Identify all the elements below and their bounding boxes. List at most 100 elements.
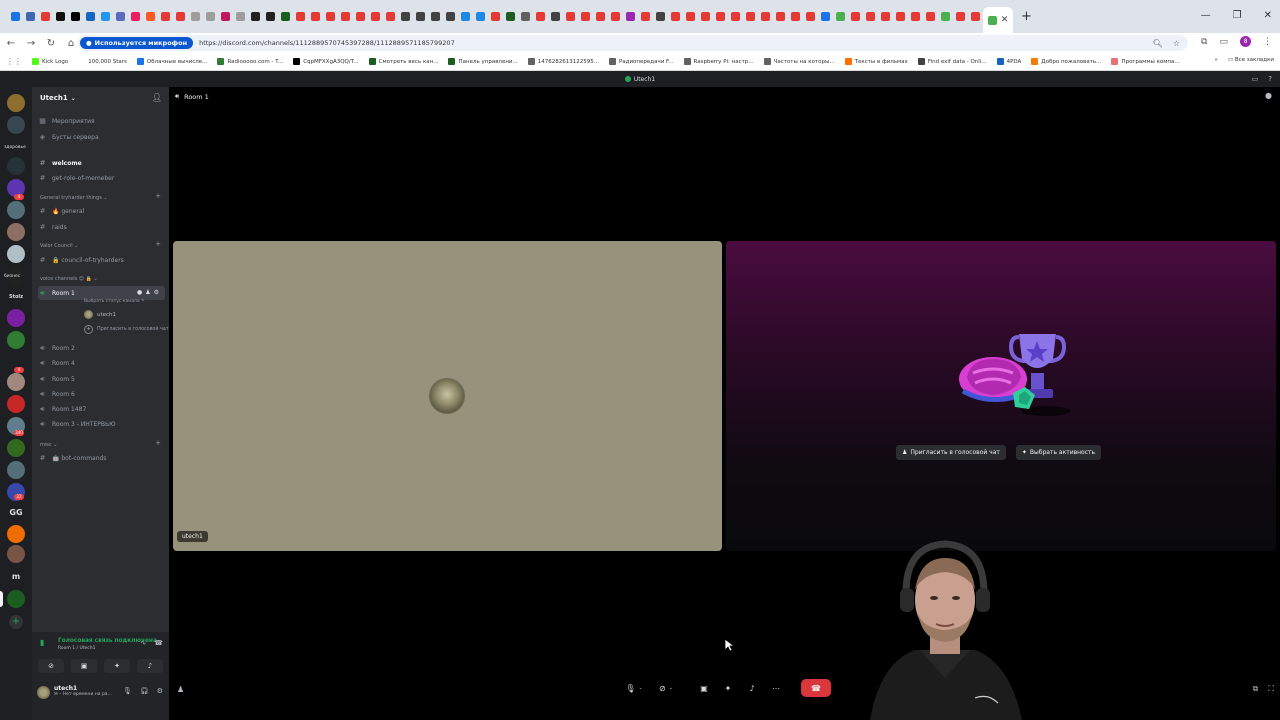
disconnect-button[interactable]: ☎ (801, 679, 831, 697)
voice-room-path[interactable]: Room 1 / Utech1 (58, 646, 96, 651)
url-text[interactable]: https://discord.com/channels/11128895707… (199, 39, 455, 47)
browser-tab[interactable] (908, 6, 923, 28)
sidebar-item-boosts[interactable]: ◈ Бусты сервера (38, 130, 165, 144)
disconnect-icon[interactable]: ☎ (154, 639, 163, 647)
bookmark-item[interactable]: 4PDA (996, 58, 1021, 65)
bookmarks-overflow-icon[interactable]: » (1215, 57, 1218, 63)
server-icon[interactable] (7, 525, 25, 543)
bookmark-item[interactable]: Find exif data - Onli... (917, 58, 987, 65)
browser-tab[interactable] (233, 6, 248, 28)
server-icon[interactable] (7, 590, 25, 608)
choose-activity-button[interactable]: ✦ Выбрать активность (1015, 445, 1102, 460)
mic-in-use-pill[interactable]: ● Используется микрофон (80, 37, 194, 49)
sidebar-item-events[interactable]: ▦ Мероприятия (38, 114, 165, 128)
browser-tab[interactable] (653, 6, 668, 28)
channel-council[interactable]: # 🔒 council-of-tryharders (38, 253, 165, 267)
bookmark-item[interactable]: Программы компа... (1111, 58, 1180, 65)
browser-tab[interactable] (203, 6, 218, 28)
browser-tab[interactable] (818, 6, 833, 28)
profile-avatar[interactable]: 8 (1240, 36, 1251, 47)
microphone-toggle[interactable]: 🎙︎ ⌄ (621, 679, 647, 697)
screen-share-button[interactable]: ▣ (695, 679, 713, 697)
browser-tab[interactable] (53, 6, 68, 28)
bookmark-item[interactable]: CqpMFXXgA3QQ/T... (293, 58, 359, 65)
category-valor[interactable]: Valor Council ⌄ (40, 243, 160, 249)
bookmark-star-icon[interactable]: ☆ (1173, 39, 1180, 48)
add-channel-icon[interactable]: + (155, 240, 161, 248)
browser-tab[interactable] (428, 6, 443, 28)
browser-tab[interactable] (683, 6, 698, 28)
category-general[interactable]: General tryharder things ⌄ (40, 195, 160, 201)
browser-tab[interactable] (608, 6, 623, 28)
minimize-icon[interactable]: — (1201, 10, 1211, 21)
server-icon[interactable] (7, 309, 25, 327)
noise-suppression-icon[interactable]: ∿ (140, 639, 146, 647)
browser-tab[interactable] (338, 6, 353, 28)
browser-menu-icon[interactable]: ⋮ (1263, 37, 1272, 47)
bookmark-item[interactable]: Частоты на которы... (763, 58, 835, 65)
bookmark-item[interactable]: Радиопередачи F... (608, 58, 674, 65)
camera-toggle[interactable]: ⊘ ⌄ (653, 679, 679, 697)
browser-tab[interactable] (458, 6, 473, 28)
fullscreen-icon[interactable]: ⛶ (1268, 684, 1274, 694)
server-icon[interactable]: Stolz (7, 288, 25, 306)
browser-tab[interactable] (473, 6, 488, 28)
browser-tab[interactable] (8, 6, 23, 28)
voice-channel-room[interactable]: 🔊︎ Room 6 (38, 387, 165, 401)
browser-tab[interactable] (713, 6, 728, 28)
voice-channel-room[interactable]: 🔊︎ Room 1487 (38, 402, 165, 416)
browser-tab[interactable] (968, 6, 983, 28)
extensions-icon[interactable]: ⧉ (1201, 37, 1207, 47)
bookmark-item[interactable]: Radiooooo.com - T... (217, 58, 283, 65)
browser-tab[interactable] (413, 6, 428, 28)
browser-tab[interactable] (23, 6, 38, 28)
channel-bot-commands[interactable]: # 🤖 bot-commands (38, 451, 165, 465)
browser-tab[interactable] (743, 6, 758, 28)
browser-tab[interactable] (218, 6, 233, 28)
reload-icon[interactable]: ↻ (42, 38, 60, 49)
screen-share-button[interactable]: ▣ (71, 659, 97, 673)
forward-icon[interactable]: → (22, 38, 40, 49)
microphone-icon[interactable]: 🎙︎ (123, 687, 132, 695)
browser-tab[interactable] (263, 6, 278, 28)
browser-tab[interactable] (278, 6, 293, 28)
restore-icon[interactable]: ❐ (1233, 10, 1242, 21)
browser-tab[interactable] (923, 6, 938, 28)
voice-channel-room[interactable]: 🔊︎ Room 3 - ИНТЕРВЬЮ (38, 417, 165, 431)
browser-tab[interactable] (773, 6, 788, 28)
voice-channel-room-1[interactable]: 🔊︎ Room 1 ● ♟ ⚙ (38, 286, 165, 300)
browser-tab[interactable] (398, 6, 413, 28)
browser-tab[interactable] (533, 6, 548, 28)
browser-tab[interactable] (803, 6, 818, 28)
browser-tab[interactable] (878, 6, 893, 28)
browser-tab[interactable] (893, 6, 908, 28)
user-name[interactable]: utech1 (54, 685, 77, 692)
browser-tab[interactable] (863, 6, 878, 28)
category-misc[interactable]: misc ⌄ (40, 442, 160, 448)
browser-tab[interactable] (788, 6, 803, 28)
zoom-icon[interactable]: 🔍︎ (1153, 39, 1163, 48)
browser-tab[interactable] (383, 6, 398, 28)
browser-tab[interactable] (668, 6, 683, 28)
soundboard-button[interactable]: ♪ (137, 659, 163, 673)
voice-channel-room[interactable]: 🔊︎ Room 4 (38, 356, 165, 370)
soundboard-button[interactable]: ♪ (743, 679, 761, 697)
server-icon[interactable] (7, 331, 25, 349)
browser-tab[interactable] (953, 6, 968, 28)
add-channel-icon[interactable]: + (155, 192, 161, 200)
bookmark-item[interactable]: Смотреть весь кан... (368, 58, 438, 65)
browser-tab[interactable] (98, 6, 113, 28)
browser-tab[interactable] (623, 6, 638, 28)
browser-tab[interactable] (323, 6, 338, 28)
back-icon[interactable]: ← (2, 38, 20, 49)
invite-icon[interactable]: ♟ (145, 289, 150, 296)
browser-tab[interactable] (83, 6, 98, 28)
browser-tab[interactable] (848, 6, 863, 28)
all-bookmarks-link[interactable]: ▭ Все закладки (1228, 57, 1274, 63)
server-icon[interactable] (7, 157, 25, 175)
server-icon[interactable] (7, 395, 25, 413)
browser-tab[interactable] (113, 6, 128, 28)
server-icon[interactable] (7, 545, 25, 563)
browser-tab[interactable] (548, 6, 563, 28)
add-person-icon[interactable]: ♟ (177, 685, 184, 694)
